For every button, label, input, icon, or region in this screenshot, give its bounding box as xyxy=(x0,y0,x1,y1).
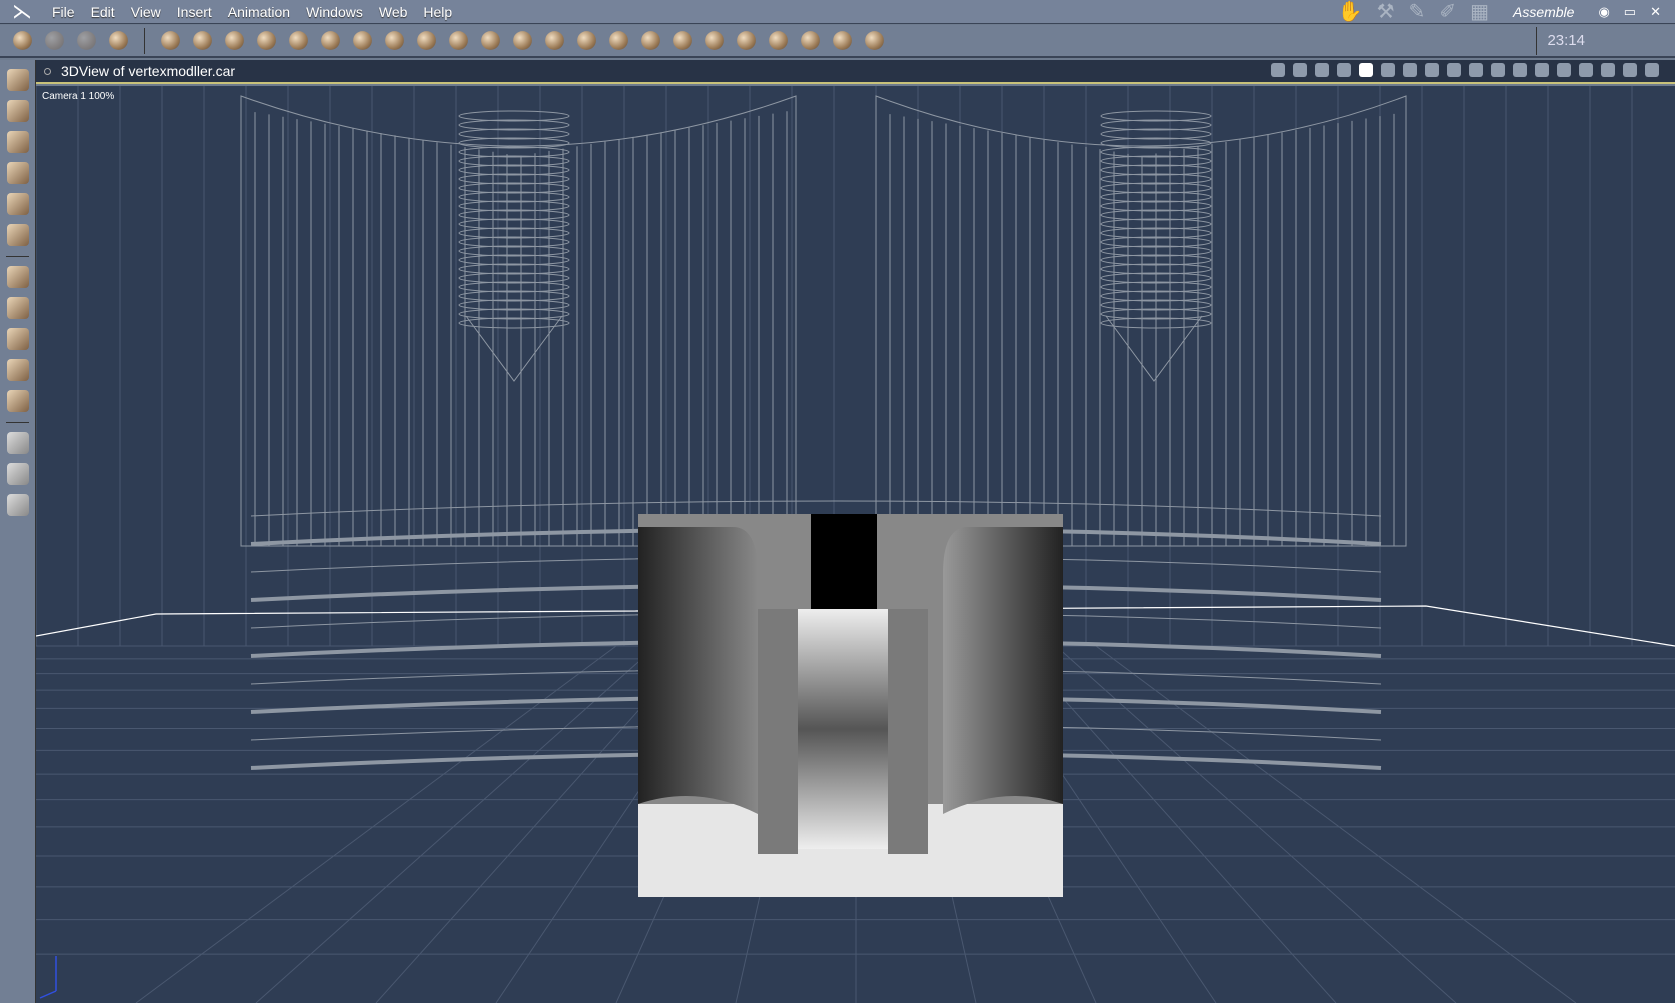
lights-icon[interactable] xyxy=(1271,63,1285,77)
menu-animation[interactable]: Animation xyxy=(220,4,298,20)
eye-icon[interactable]: ◉ xyxy=(1598,4,1609,20)
scale-icon[interactable] xyxy=(7,328,29,350)
globe-icon[interactable] xyxy=(225,31,244,50)
wand-icon[interactable] xyxy=(865,31,884,50)
figures-icon[interactable] xyxy=(801,31,820,50)
layout-four-icon[interactable] xyxy=(1425,63,1439,77)
hand-mode-icon[interactable]: ✋ xyxy=(1338,0,1363,24)
text-icon[interactable] xyxy=(321,31,340,50)
divider xyxy=(6,422,29,423)
pencil-mode-icon[interactable]: ✎ xyxy=(1409,0,1426,24)
gear-icon[interactable] xyxy=(577,31,596,50)
shield-icon[interactable] xyxy=(7,390,29,412)
up-arrow-icon[interactable] xyxy=(1535,63,1549,77)
zoom-icon[interactable] xyxy=(7,494,29,516)
fire-icon[interactable] xyxy=(481,31,500,50)
pin-icon[interactable] xyxy=(673,31,692,50)
move-plane-icon[interactable] xyxy=(7,297,29,319)
select-arrow-icon[interactable] xyxy=(7,69,29,91)
app-logo-icon[interactable]: ⋋ xyxy=(0,0,44,24)
points-icon[interactable] xyxy=(1557,63,1571,77)
layout-two-icon[interactable] xyxy=(1381,63,1395,77)
pen-icon[interactable] xyxy=(7,193,29,215)
menu-insert[interactable]: Insert xyxy=(169,4,220,20)
tree-icon[interactable] xyxy=(417,31,436,50)
grass-icon[interactable] xyxy=(545,31,564,50)
menu-file[interactable]: File xyxy=(44,4,83,20)
rotate-icon[interactable] xyxy=(7,359,29,381)
ring-icon[interactable] xyxy=(833,31,852,50)
layout-three-icon[interactable] xyxy=(1403,63,1417,77)
sdk-sphere-icon[interactable] xyxy=(705,31,724,50)
viewport-title: 3DView of vertexmodller.car xyxy=(61,63,236,79)
viewport-controls xyxy=(1271,63,1659,77)
mode-label: Assemble xyxy=(1512,4,1575,20)
maximize-icon[interactable]: ▭ xyxy=(1624,4,1636,20)
axis-gizmo-icon xyxy=(39,956,57,999)
sphere-icon[interactable] xyxy=(161,31,180,50)
menu-windows[interactable]: Windows xyxy=(298,4,371,20)
sdk-icon[interactable] xyxy=(609,31,628,50)
menu-help[interactable]: Help xyxy=(415,4,460,20)
move-icon[interactable] xyxy=(7,266,29,288)
film-mode-icon[interactable]: ▦ xyxy=(1470,0,1489,24)
view-box-3-icon[interactable] xyxy=(1513,63,1527,77)
window-dot-icon[interactable] xyxy=(44,67,51,75)
hierarchy-icon[interactable] xyxy=(1293,63,1307,77)
view-box-1-icon[interactable] xyxy=(1469,63,1483,77)
camera-icon[interactable] xyxy=(7,432,29,454)
particles-icon[interactable] xyxy=(353,31,372,50)
bowl-icon[interactable] xyxy=(641,31,660,50)
brush-mode-icon[interactable]: ✐ xyxy=(1439,0,1456,24)
lasso-icon[interactable] xyxy=(7,131,29,153)
network-icon[interactable] xyxy=(1337,63,1351,77)
brush-tool-icon[interactable] xyxy=(109,31,128,50)
camera-label: Camera 1 100% xyxy=(42,91,115,102)
bug-icon[interactable] xyxy=(737,31,756,50)
textured-sphere-icon[interactable] xyxy=(1645,63,1659,77)
pan-hand-icon[interactable] xyxy=(7,463,29,485)
bones-tool-icon[interactable] xyxy=(13,31,32,50)
wireframe-box-icon[interactable] xyxy=(1579,63,1593,77)
divider xyxy=(144,27,145,54)
terrain-icon[interactable] xyxy=(385,31,404,50)
3d-viewport[interactable]: Camera 1 100% xyxy=(36,86,1675,1003)
menu-edit[interactable]: Edit xyxy=(83,4,123,20)
sdk-box-icon[interactable] xyxy=(769,31,788,50)
render-icon[interactable] xyxy=(1315,63,1329,77)
torus-icon[interactable] xyxy=(289,31,308,50)
rocks-icon[interactable] xyxy=(513,31,532,50)
smooth-sphere-icon[interactable] xyxy=(1623,63,1637,77)
view-box-2-icon[interactable] xyxy=(1491,63,1505,77)
lasso-fill-icon[interactable] xyxy=(7,162,29,184)
render-preview xyxy=(638,514,1063,897)
metaball-icon[interactable] xyxy=(257,31,276,50)
paint-icon[interactable] xyxy=(7,224,29,246)
lathe-icon[interactable] xyxy=(193,31,212,50)
hand-tool-icon[interactable] xyxy=(45,31,64,50)
menu-web[interactable]: Web xyxy=(371,4,416,20)
layout-corner-icon[interactable] xyxy=(1447,63,1461,77)
solid-box-icon[interactable] xyxy=(1601,63,1615,77)
object-toolbar xyxy=(0,25,1675,58)
wrench-mode-icon[interactable]: ⚒ xyxy=(1377,0,1395,24)
clock: 23:14 xyxy=(1536,27,1585,55)
viewport-title-bar: 3DView of vertexmodller.car xyxy=(36,60,1675,84)
divider xyxy=(6,256,29,257)
left-toolbar xyxy=(0,60,36,1003)
cloud-icon[interactable] xyxy=(449,31,468,50)
menu-bar: ⋋ File Edit View Insert Animation Window… xyxy=(0,0,1675,24)
select-face-icon[interactable] xyxy=(7,100,29,122)
layout-single-icon[interactable] xyxy=(1359,63,1373,77)
wrench-tool-icon[interactable] xyxy=(77,31,96,50)
mode-switcher: ✋ ⚒ ✎ ✐ ▦ Assemble ◉ ▭ ✕ xyxy=(1338,0,1675,24)
close-icon[interactable]: ✕ xyxy=(1650,4,1661,20)
menu-view[interactable]: View xyxy=(123,4,169,20)
